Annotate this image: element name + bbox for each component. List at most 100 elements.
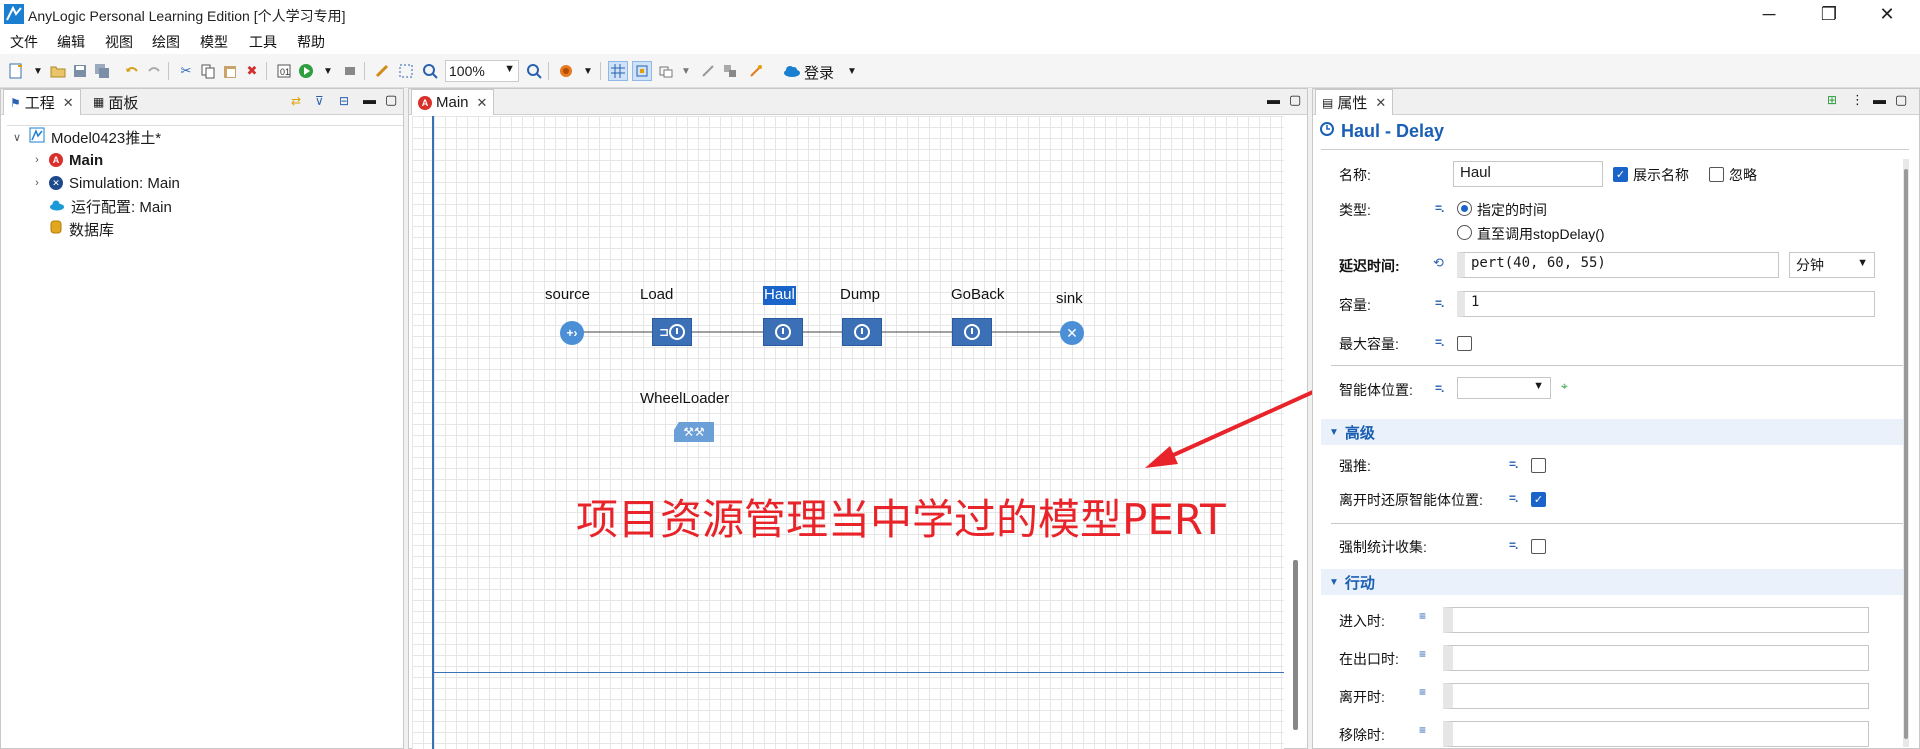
delete-icon[interactable]: ✖ <box>242 61 262 81</box>
maximize-panel-icon[interactable]: ▢ <box>385 92 397 108</box>
name-input[interactable]: Haul <box>1453 161 1603 187</box>
dump-block[interactable] <box>842 318 882 346</box>
login-dropdown-icon[interactable]: ▼ <box>842 61 862 81</box>
vertical-scrollbar[interactable] <box>1293 560 1298 730</box>
tab-main[interactable]: A Main ✕ <box>411 89 495 115</box>
static-value-icon[interactable]: =. <box>1509 538 1518 552</box>
zoom-out-icon[interactable] <box>420 61 440 81</box>
resource-pool-block[interactable]: ⚒⚒ <box>674 422 714 442</box>
pin-icon[interactable]: ⊞ <box>1827 93 1837 107</box>
restore-location-checkbox[interactable]: ✓ <box>1531 492 1546 507</box>
ignore-checkbox[interactable] <box>1709 167 1724 182</box>
advanced-section-header[interactable]: ▼ 高级 <box>1321 419 1909 445</box>
properties-scrollbar[interactable] <box>1904 169 1908 739</box>
login-button[interactable]: 登录 <box>804 62 834 83</box>
minimize-panel-icon[interactable]: ▬ <box>1873 92 1886 107</box>
grid-toggle-icon[interactable] <box>608 61 628 81</box>
undo-icon[interactable] <box>122 61 142 81</box>
static-value-icon[interactable]: =. <box>1509 491 1518 505</box>
delay-time-input[interactable]: pert(40, 60, 55) <box>1457 252 1779 278</box>
link-editor-icon[interactable]: ⇄ <box>291 94 301 108</box>
menu-model[interactable]: 模型 <box>200 32 228 52</box>
connector-icon[interactable] <box>698 61 718 81</box>
on-enter-input[interactable] <box>1443 607 1869 633</box>
collapse-all-icon[interactable]: ⊟ <box>339 94 349 108</box>
static-value-icon[interactable]: =. <box>1435 201 1444 215</box>
zoom-in-icon[interactable] <box>524 61 544 81</box>
close-icon[interactable]: ✕ <box>1375 95 1386 111</box>
tree-item-run-config[interactable]: 运行配置: Main <box>49 195 172 217</box>
arrange-dropdown-icon[interactable]: ▼ <box>676 61 696 81</box>
tab-project[interactable]: ⚑ 工程 ✕ <box>3 89 81 115</box>
tree-item-database[interactable]: 数据库 <box>49 218 114 240</box>
maximize-panel-icon[interactable]: ▢ <box>1895 92 1907 108</box>
stop-icon[interactable] <box>340 61 360 81</box>
tree-item-simulation[interactable]: › ✕ Simulation: Main <box>31 172 180 194</box>
capacity-input[interactable]: 1 <box>1457 291 1875 317</box>
cloud-icon[interactable] <box>782 61 802 81</box>
maximize-button[interactable]: ❐ <box>1806 0 1852 28</box>
redo-icon[interactable] <box>144 61 164 81</box>
run-icon[interactable] <box>296 61 316 81</box>
view-menu-icon[interactable]: ⋮ <box>1851 92 1864 108</box>
minimize-button[interactable]: ─ <box>1746 0 1792 28</box>
open-icon[interactable] <box>48 61 68 81</box>
wizard-icon[interactable] <box>746 61 766 81</box>
menu-file[interactable]: 文件 <box>10 32 38 52</box>
max-capacity-checkbox[interactable] <box>1457 336 1472 351</box>
on-exit-input[interactable] <box>1443 683 1869 709</box>
close-icon[interactable]: ✕ <box>477 95 488 111</box>
new-icon[interactable] <box>6 61 26 81</box>
on-at-exit-input[interactable] <box>1443 645 1869 671</box>
stats-checkbox[interactable] <box>1531 539 1546 554</box>
static-value-icon[interactable]: =. <box>1435 296 1444 310</box>
agent-location-select[interactable]: ▼ <box>1457 377 1551 399</box>
static-value-icon[interactable]: =. <box>1435 381 1444 395</box>
layers-icon[interactable] <box>556 61 576 81</box>
tab-properties[interactable]: ▤ 属性 ✕ <box>1315 89 1394 115</box>
chevron-down-icon[interactable]: ∨ <box>11 131 23 144</box>
arrange-icon[interactable] <box>656 61 676 81</box>
menu-help[interactable]: 帮助 <box>297 32 325 52</box>
haul-label[interactable]: Haul <box>763 286 796 305</box>
maximize-panel-icon[interactable]: ▢ <box>1289 92 1301 108</box>
minimize-panel-icon[interactable]: ▬ <box>363 92 376 107</box>
save-all-icon[interactable] <box>92 61 112 81</box>
type-radio-specified[interactable] <box>1457 201 1472 216</box>
goback-block[interactable] <box>952 318 992 346</box>
static-value-icon[interactable]: =. <box>1509 457 1518 471</box>
layers-dropdown-icon[interactable]: ▼ <box>578 61 598 81</box>
chevron-right-icon[interactable]: › <box>31 177 43 189</box>
snap-icon[interactable] <box>632 61 652 81</box>
menu-draw[interactable]: 绘图 <box>152 32 180 52</box>
run-dropdown-icon[interactable]: ▼ <box>318 61 338 81</box>
menu-edit[interactable]: 编辑 <box>57 32 85 52</box>
menu-view[interactable]: 视图 <box>105 32 133 52</box>
static-value-icon[interactable]: =. <box>1435 335 1444 349</box>
paste-icon[interactable] <box>220 61 240 81</box>
copy-icon[interactable] <box>198 61 218 81</box>
type-radio-stopdelay[interactable] <box>1457 225 1472 240</box>
push-checkbox[interactable] <box>1531 458 1546 473</box>
cut-icon[interactable]: ✂ <box>176 61 196 81</box>
pick-location-icon[interactable]: ⌖ <box>1561 379 1568 394</box>
zoom-select[interactable]: 100% ▼ <box>445 60 519 82</box>
filter-icon[interactable]: ⊽ <box>315 94 324 108</box>
dynamic-value-icon[interactable]: ⟲ <box>1433 255 1444 271</box>
close-window-button[interactable]: ✕ <box>1864 0 1910 28</box>
select-icon[interactable] <box>372 61 392 81</box>
new-dropdown-icon[interactable]: ▼ <box>28 61 48 81</box>
tree-item-main[interactable]: › A Main <box>31 149 103 171</box>
close-icon[interactable]: ✕ <box>63 95 74 111</box>
menu-tools[interactable]: 工具 <box>249 32 277 52</box>
on-remove-input[interactable] <box>1443 721 1869 747</box>
delay-unit-select[interactable]: 分钟 ▼ <box>1789 252 1875 278</box>
source-block[interactable]: +› <box>560 321 584 345</box>
chevron-right-icon[interactable]: › <box>31 154 43 166</box>
tab-palette[interactable]: ▦ 面板 <box>87 89 144 115</box>
load-block[interactable]: ⊐ <box>652 318 692 346</box>
save-icon[interactable] <box>70 61 90 81</box>
sink-block[interactable]: ✕ <box>1060 321 1084 345</box>
build-icon[interactable]: 01 <box>274 61 294 81</box>
ungroup-icon[interactable] <box>720 61 740 81</box>
